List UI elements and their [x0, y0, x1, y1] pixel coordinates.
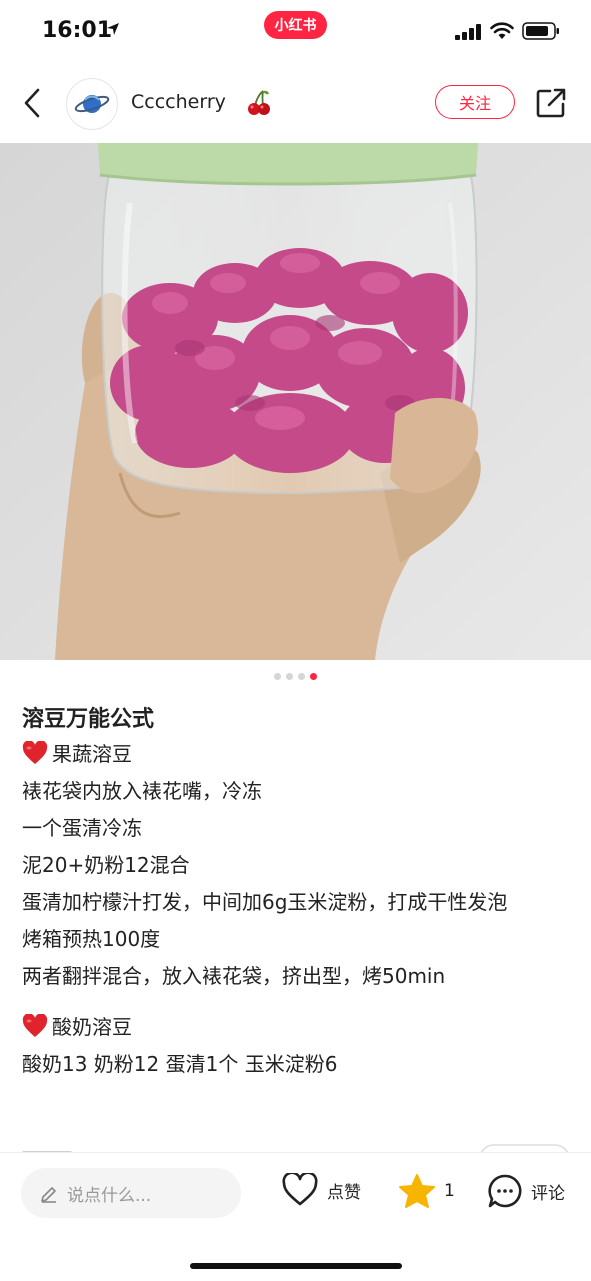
recipe-line: 蛋清加柠檬汁打发，中间加6g玉米淀粉，打成干性发泡: [22, 890, 508, 914]
author-name[interactable]: Ccccherry: [131, 91, 226, 113]
collect-button[interactable]: 1: [398, 1173, 455, 1209]
note-content: 溶豆万能公式 果蔬溶豆 裱花袋内放入裱花嘴，冷冻 一个蛋清冷冻 泥20+奶粉12…: [22, 703, 577, 1083]
cherry-icon: [248, 90, 270, 115]
recipe-line: 烤箱预热100度: [22, 927, 161, 951]
chat-bubble-icon: [488, 1174, 522, 1208]
collect-count: 1: [444, 1181, 455, 1201]
comment-input[interactable]: 说点什么...: [21, 1168, 241, 1218]
location-arrow-icon: [107, 23, 119, 35]
pagination-dot: [298, 673, 305, 680]
note-title: 溶豆万能公式: [22, 707, 155, 732]
pagination-dot-active: [310, 673, 317, 680]
status-bar: 16:01 小红书: [0, 0, 591, 62]
pagination-dot: [286, 673, 293, 680]
photo-pagination: [0, 673, 591, 680]
recipe-line: 泥20+奶粉12混合: [22, 853, 190, 877]
cellular-signal-icon: [455, 24, 481, 40]
battery-icon: [522, 22, 559, 40]
like-button[interactable]: 点赞: [281, 1173, 361, 1207]
star-icon: [399, 1174, 435, 1208]
recipe-line: 一个蛋清冷冻: [22, 816, 142, 840]
comment-button[interactable]: 评论: [487, 1173, 565, 1209]
red-heart-icon: [22, 741, 48, 764]
jar-of-meringue-drops-image: [0, 143, 591, 660]
section-heading: 酸奶溶豆: [22, 1009, 577, 1046]
heart-outline-icon: [282, 1173, 318, 1206]
recipe-line: 酸奶13 奶粉12 蛋清1个 玉米淀粉6: [22, 1052, 338, 1076]
wifi-icon: [490, 22, 514, 39]
bottom-action-bar: 说点什么... 点赞 1 评论: [0, 1152, 591, 1281]
pencil-icon: [41, 1187, 56, 1203]
home-indicator[interactable]: [190, 1263, 402, 1269]
red-heart-icon: [22, 1014, 48, 1037]
planet-icon: [74, 95, 110, 113]
note-photo[interactable]: [0, 143, 591, 660]
avatar[interactable]: [66, 78, 118, 130]
app-badge: 小红书: [264, 11, 327, 39]
back-button[interactable]: [20, 86, 46, 120]
section-heading: 果蔬溶豆: [22, 736, 577, 773]
note-header: Ccccherry 关注: [0, 68, 591, 140]
status-time: 16:01: [42, 18, 113, 43]
share-icon[interactable]: [535, 87, 567, 119]
comment-placeholder: 说点什么...: [67, 1185, 152, 1206]
recipe-line: 裱花袋内放入裱花嘴，冷冻: [22, 779, 262, 803]
like-label: 点赞: [327, 1182, 361, 1203]
comment-label: 评论: [531, 1183, 565, 1204]
follow-button[interactable]: 关注: [435, 85, 515, 119]
pagination-dot: [274, 673, 281, 680]
recipe-line: 两者翻拌混合，放入裱花袋，挤出型，烤50min: [22, 964, 446, 988]
